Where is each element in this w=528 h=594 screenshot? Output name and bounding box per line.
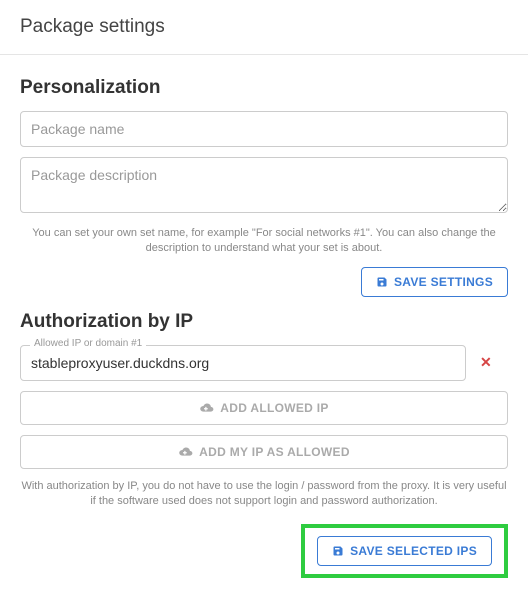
authorization-heading: Authorization by IP: [20, 311, 508, 333]
personalization-help-text: You can set your own set name, for examp…: [20, 226, 508, 257]
save-icon: [332, 545, 344, 557]
add-my-ip-label: ADD MY IP AS ALLOWED: [199, 445, 350, 459]
save-selected-ips-label: SAVE SELECTED IPS: [350, 544, 477, 558]
save-icon: [376, 276, 388, 288]
package-description-input[interactable]: [20, 157, 508, 213]
personalization-heading: Personalization: [20, 77, 508, 99]
save-ips-highlight: SAVE SELECTED IPS: [301, 524, 508, 578]
save-selected-ips-button[interactable]: SAVE SELECTED IPS: [317, 536, 492, 566]
package-name-input[interactable]: [20, 111, 508, 147]
add-allowed-ip-button[interactable]: ADD ALLOWED IP: [20, 391, 508, 425]
add-allowed-ip-label: ADD ALLOWED IP: [220, 401, 328, 415]
cloud-plus-icon: [178, 446, 193, 457]
cloud-plus-icon: [199, 402, 214, 413]
save-settings-button[interactable]: SAVE SETTINGS: [361, 267, 508, 297]
remove-ip-icon[interactable]: ✕: [476, 350, 496, 375]
allowed-ip-input[interactable]: [20, 345, 466, 381]
page-title: Package settings: [0, 0, 528, 55]
add-my-ip-button[interactable]: ADD MY IP AS ALLOWED: [20, 435, 508, 469]
authorization-help-text: With authorization by IP, you do not hav…: [20, 479, 508, 510]
ip-field-label: Allowed IP or domain #1: [30, 338, 146, 349]
save-settings-label: SAVE SETTINGS: [394, 275, 493, 289]
